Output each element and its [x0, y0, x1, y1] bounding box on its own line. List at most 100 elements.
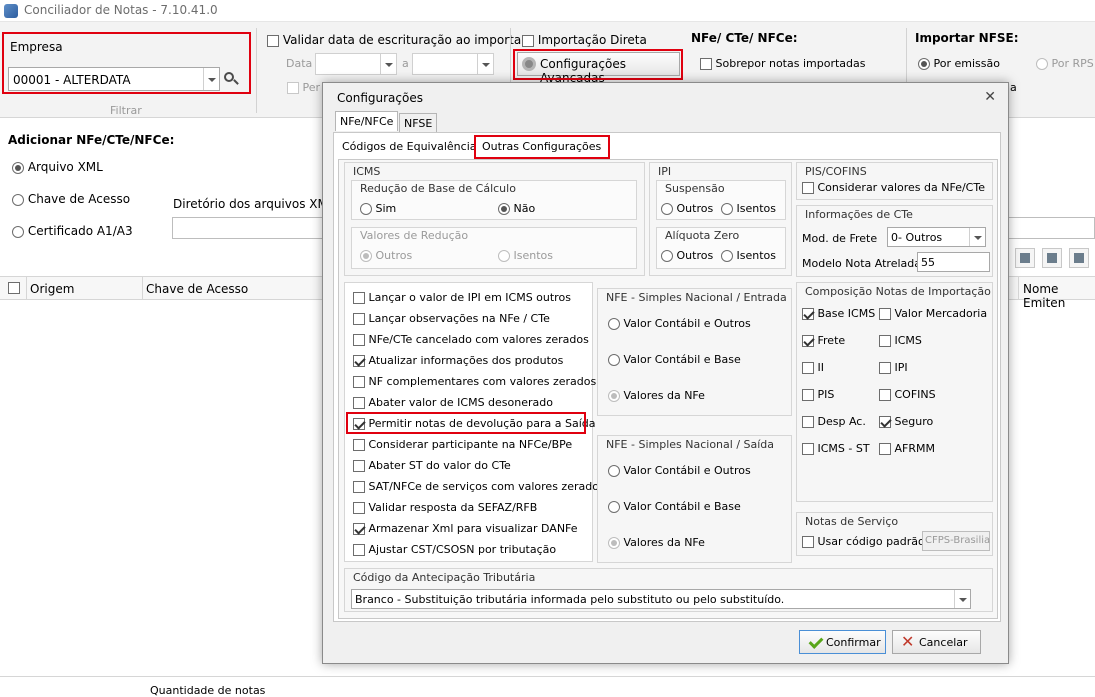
composicao-item[interactable]: II [802, 361, 824, 374]
option-checkbox[interactable] [353, 355, 365, 367]
aliquota-isentos-option[interactable]: Isentos [721, 249, 776, 262]
option-checkbox[interactable] [353, 292, 365, 304]
codigo-padrao-input[interactable]: CFPS-Brasilia [922, 531, 990, 551]
sn-saida-radio[interactable] [608, 465, 620, 477]
usar-codigo-option[interactable]: Usar código padrão [802, 535, 925, 548]
composicao-checkbox[interactable] [802, 308, 814, 320]
modelo-nota-input[interactable]: 55 [917, 252, 990, 272]
chave-acesso-option[interactable]: Chave de Acesso [12, 192, 130, 206]
option-checkbox[interactable] [353, 481, 365, 493]
option-row[interactable]: Ajustar CST/CSOSN por tributação [353, 543, 556, 556]
aliquota-isentos-radio[interactable] [721, 250, 733, 262]
por-emissao-option[interactable]: Por emissão [918, 57, 1000, 70]
composicao-item[interactable]: Base ICMS [802, 307, 875, 320]
importacao-direta-option[interactable]: Importação Direta [522, 33, 647, 47]
suspensao-outros-radio[interactable] [661, 203, 673, 215]
sn-saida-opt1[interactable]: Valor Contábil e Outros [608, 464, 751, 477]
validar-data-option[interactable]: Validar data de escrituração ao importar [267, 33, 526, 47]
option-row[interactable]: NF complementares com valores zerados [353, 375, 596, 388]
option-checkbox[interactable] [353, 544, 365, 556]
arquivo-xml-radio[interactable] [12, 161, 24, 174]
option-row[interactable]: Lançar observações na NFe / CTe [353, 312, 550, 325]
option-row[interactable]: Atualizar informações dos produtos [353, 354, 563, 367]
considerar-valores-option[interactable]: Considerar valores da NFe/CTe [802, 181, 985, 194]
composicao-checkbox[interactable] [879, 335, 891, 347]
sn-entrada-radio[interactable] [608, 354, 620, 366]
composicao-item[interactable]: Desp Ac. [802, 415, 866, 428]
reducao-outros-radio[interactable] [360, 250, 372, 262]
periodo-checkbox[interactable] [287, 82, 299, 94]
composicao-item[interactable]: COFINS [879, 388, 936, 401]
chevron-down-icon[interactable] [477, 54, 493, 74]
col-nome-emitente[interactable]: Nome Emiten [1023, 282, 1095, 310]
close-icon[interactable]: ✕ [984, 89, 996, 105]
option-row[interactable]: Armazenar Xml para visualizar DANFe [353, 522, 578, 535]
suspensao-outros-option[interactable]: Outros [661, 202, 713, 215]
col-chave-acesso[interactable]: Chave de Acesso [146, 282, 248, 296]
composicao-item[interactable]: IPI [879, 361, 908, 374]
aliquota-outros-option[interactable]: Outros [661, 249, 713, 262]
composicao-checkbox[interactable] [879, 308, 891, 320]
option-checkbox[interactable] [353, 313, 365, 325]
diretorio-input[interactable] [172, 217, 327, 239]
composicao-checkbox[interactable] [879, 362, 891, 374]
sn-entrada-radio[interactable] [608, 390, 620, 402]
arquivo-xml-option[interactable]: Arquivo XML [12, 160, 103, 174]
aliquota-outros-radio[interactable] [661, 250, 673, 262]
col-origem[interactable]: Origem [30, 282, 74, 296]
composicao-item[interactable]: PIS [802, 388, 834, 401]
composicao-item[interactable]: Frete [802, 334, 845, 347]
sn-entrada-opt1[interactable]: Valor Contábil e Outros [608, 317, 751, 330]
por-emissao-radio[interactable] [918, 58, 930, 70]
sn-saida-radio[interactable] [608, 537, 620, 549]
composicao-checkbox[interactable] [802, 335, 814, 347]
sn-saida-opt3[interactable]: Valores da NFe [608, 536, 705, 549]
subtab-codigos[interactable]: Códigos de Equivalência [338, 137, 481, 157]
composicao-item[interactable]: Seguro [879, 415, 933, 428]
suspensao-isentos-option[interactable]: Isentos [721, 202, 776, 215]
composicao-checkbox[interactable] [802, 443, 814, 455]
option-row[interactable]: Validar resposta da SEFAZ/RFB [353, 501, 537, 514]
usar-codigo-checkbox[interactable] [802, 536, 814, 548]
data-end-field[interactable] [412, 53, 494, 75]
reducao-sim-option[interactable]: Sim [360, 202, 396, 215]
composicao-checkbox[interactable] [802, 389, 814, 401]
option-row[interactable]: Lançar o valor de IPI em ICMS outros [353, 291, 571, 304]
sobrepor-checkbox[interactable] [700, 58, 712, 70]
diretorio-input-end[interactable] [1005, 217, 1095, 239]
chevron-down-icon[interactable] [954, 590, 970, 608]
certificado-option[interactable]: Certificado A1/A3 [12, 224, 133, 238]
reducao-sim-radio[interactable] [360, 203, 372, 215]
sn-saida-opt2[interactable]: Valor Contábil e Base [608, 500, 741, 513]
periodo-option[interactable]: Per [287, 81, 320, 94]
composicao-item[interactable]: ICMS - ST [802, 442, 870, 455]
tab-nfe-nfce[interactable]: NFe/NFCe [335, 111, 399, 131]
option-row[interactable]: Abater valor de ICMS desonerado [353, 396, 553, 409]
composicao-item[interactable]: ICMS [879, 334, 922, 347]
chevron-down-icon[interactable] [380, 54, 396, 74]
select-all-checkbox[interactable] [8, 282, 20, 294]
grid-tool-icon[interactable] [1015, 248, 1035, 268]
sn-saida-radio[interactable] [608, 501, 620, 513]
option-checkbox[interactable] [353, 376, 365, 388]
composicao-checkbox[interactable] [879, 389, 891, 401]
tab-nfse[interactable]: NFSE [399, 113, 438, 133]
option-checkbox[interactable] [353, 439, 365, 451]
por-rps-radio[interactable] [1036, 58, 1048, 70]
importacao-direta-checkbox[interactable] [522, 34, 534, 47]
confirmar-button[interactable]: Confirmar [799, 630, 886, 654]
mod-frete-combo[interactable]: 0- Outros [887, 227, 986, 247]
considerar-valores-checkbox[interactable] [802, 182, 814, 194]
composicao-item[interactable]: AFRMM [879, 442, 935, 455]
grid-filter-icon[interactable] [1069, 248, 1089, 268]
reducao-nao-option[interactable]: Não [498, 202, 535, 215]
composicao-checkbox[interactable] [879, 416, 891, 428]
sn-entrada-opt2[interactable]: Valor Contábil e Base [608, 353, 741, 366]
option-row[interactable]: Abater ST do valor do CTe [353, 459, 511, 472]
composicao-checkbox[interactable] [879, 443, 891, 455]
sobrepor-option[interactable]: Sobrepor notas importadas [700, 57, 865, 70]
sn-entrada-radio[interactable] [608, 318, 620, 330]
validar-data-checkbox[interactable] [267, 34, 279, 47]
reducao-isentos-radio[interactable] [498, 250, 510, 262]
option-checkbox[interactable] [353, 397, 365, 409]
